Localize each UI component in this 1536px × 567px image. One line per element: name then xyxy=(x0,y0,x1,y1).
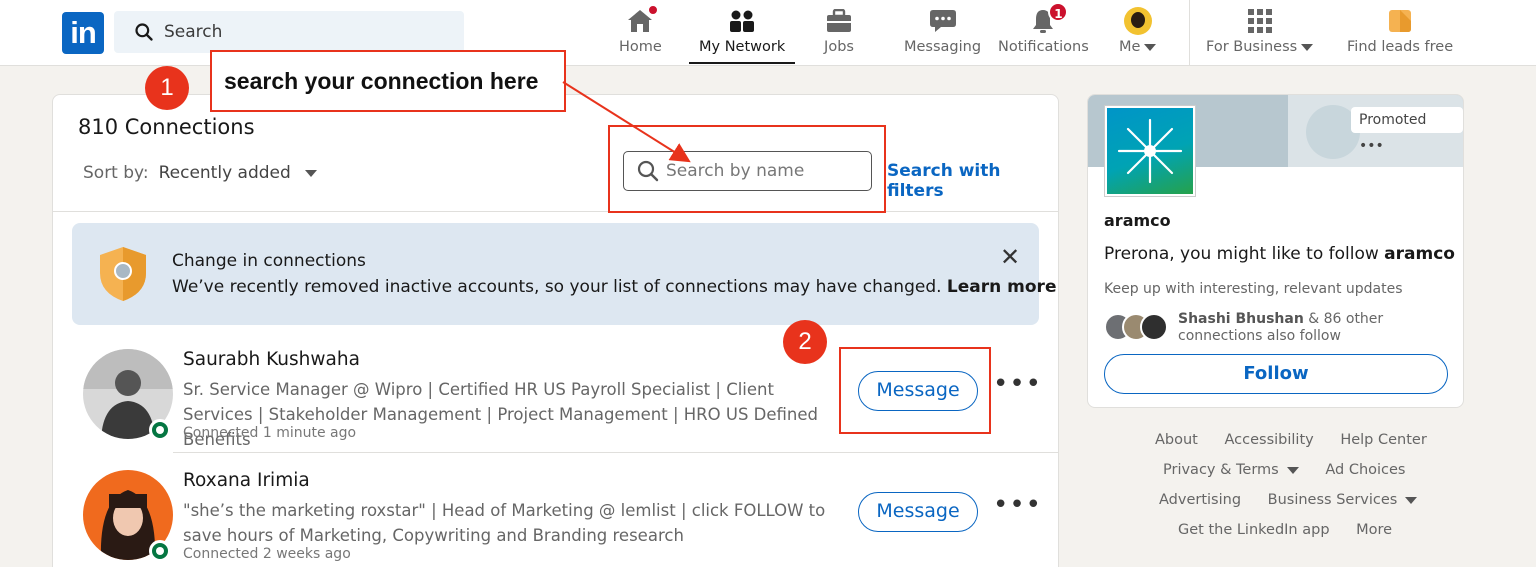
more-options-icon[interactable]: ••• xyxy=(993,490,1042,520)
my-network-icon xyxy=(727,6,757,36)
connections-card: 810 Connections Sort by: Recently added … xyxy=(52,94,1059,567)
home-notification-dot xyxy=(647,4,660,16)
annotation-callout: search your connection here xyxy=(210,50,566,112)
footer-link[interactable]: Advertising xyxy=(1159,492,1241,508)
chevron-down-icon xyxy=(1405,497,1418,504)
step-2-marker: 2 xyxy=(783,320,827,364)
divider xyxy=(173,452,1058,453)
ad-pitch: Prerona, you might like to follow aramco xyxy=(1104,244,1455,264)
global-search-placeholder: Search xyxy=(164,22,223,42)
mutual-follower-avatars xyxy=(1104,313,1168,343)
search-icon xyxy=(135,23,153,41)
notice-body: We’ve recently removed inactive accounts… xyxy=(172,277,1056,297)
ad-subtext: Keep up with interesting, relevant updat… xyxy=(1104,281,1403,297)
footer-link[interactable]: Help Center xyxy=(1340,432,1426,448)
footer-link[interactable]: Get the LinkedIn app xyxy=(1178,522,1330,538)
chevron-down-icon xyxy=(1144,43,1157,51)
nav-messaging[interactable]: Messaging xyxy=(904,6,981,64)
online-status-indicator xyxy=(149,419,171,441)
footer-link[interactable]: Privacy & Terms xyxy=(1163,462,1279,478)
follower-name: Shashi Bhushan xyxy=(1178,311,1304,327)
global-search-bar[interactable]: Search xyxy=(114,11,464,53)
nav-for-business-label: For Business xyxy=(1206,39,1298,55)
connections-count-title: 810 Connections xyxy=(78,115,255,139)
nav-jobs[interactable]: Jobs xyxy=(824,6,854,64)
nav-my-network[interactable]: My Network xyxy=(688,6,796,64)
more-options-icon[interactable]: ••• xyxy=(993,369,1042,399)
messaging-icon xyxy=(928,6,958,36)
sort-chevron-down-icon xyxy=(304,169,317,177)
avatar xyxy=(1140,313,1168,341)
change-in-connections-notice: Change in connections We’ve recently rem… xyxy=(72,223,1056,325)
connection-time: Connected 2 weeks ago xyxy=(183,546,351,562)
highlight-box-search xyxy=(608,125,886,213)
nav-my-network-label: My Network xyxy=(699,39,786,55)
nav-home-label: Home xyxy=(619,39,662,55)
nav-notifications[interactable]: 1 Notifications xyxy=(998,2,1089,64)
follower-line2: connections also follow xyxy=(1178,328,1341,344)
divider xyxy=(53,211,1058,212)
nav-divider xyxy=(1189,0,1190,66)
chevron-down-icon xyxy=(1286,467,1299,474)
connection-row: Roxana Irimia "she’s the marketing roxst… xyxy=(53,462,1058,567)
aramco-logo[interactable] xyxy=(1104,105,1196,197)
nav-for-business[interactable]: For Business xyxy=(1206,6,1314,64)
ad-pitch-company: aramco xyxy=(1384,244,1455,264)
footer-link[interactable]: About xyxy=(1155,432,1198,448)
ad-pitch-prefix: Prerona, you might like to follow xyxy=(1104,244,1385,264)
connection-headline: "she’s the marketing roxstar" | Head of … xyxy=(183,501,826,545)
grid-apps-icon xyxy=(1245,6,1275,36)
follower-rest: & 86 other xyxy=(1303,311,1384,327)
me-avatar xyxy=(1123,7,1152,35)
promoted-follow-card: Promoted ••• aramco Prerona, you might l… xyxy=(1087,94,1464,408)
nav-jobs-label: Jobs xyxy=(824,39,854,55)
notice-body-text: We’ve recently removed inactive accounts… xyxy=(172,277,942,297)
bell-icon: 1 xyxy=(1028,2,1069,36)
footer-link[interactable]: Ad Choices xyxy=(1325,462,1405,478)
connection-name[interactable]: Saurabh Kushwaha xyxy=(183,349,360,370)
footer-link[interactable]: Business Services xyxy=(1268,492,1398,508)
highlight-box-message xyxy=(839,347,991,434)
sales-navigator-icon xyxy=(1385,6,1415,36)
sort-control[interactable]: Sort by: Recently added xyxy=(83,163,317,183)
notifications-count-badge: 1 xyxy=(1048,2,1069,22)
online-status-indicator xyxy=(149,540,171,562)
connection-time: Connected 1 minute ago xyxy=(183,425,357,441)
more-options-icon[interactable]: ••• xyxy=(1359,138,1384,154)
linkedin-logo[interactable]: in xyxy=(62,12,104,54)
footer-link[interactable]: More xyxy=(1356,522,1392,538)
close-icon[interactable]: ✕ xyxy=(1000,243,1020,271)
nav-me-label: Me xyxy=(1119,39,1141,55)
message-button[interactable]: Message xyxy=(858,492,978,532)
nav-notifications-label: Notifications xyxy=(998,39,1089,55)
promoted-text: Promoted xyxy=(1359,112,1427,128)
nav-find-leads-label: Find leads free xyxy=(1347,39,1454,55)
mutual-followers-text: Shashi Bhushan & 86 other connections al… xyxy=(1178,311,1383,345)
learn-more-link[interactable]: Learn more xyxy=(947,277,1057,297)
nav-home[interactable]: Home xyxy=(619,4,662,64)
chevron-down-icon xyxy=(1301,43,1314,51)
ad-company-name[interactable]: aramco xyxy=(1104,211,1171,230)
nav-me[interactable]: Me xyxy=(1119,6,1157,64)
home-icon xyxy=(625,4,660,36)
search-with-filters-link[interactable]: Search with filters xyxy=(887,161,1058,201)
shield-icon xyxy=(100,247,146,301)
promoted-label: Promoted ••• xyxy=(1351,107,1463,154)
follow-button[interactable]: Follow xyxy=(1104,354,1448,394)
footer-link[interactable]: Accessibility xyxy=(1224,432,1313,448)
briefcase-icon xyxy=(824,6,854,36)
sort-value: Recently added xyxy=(158,163,291,183)
connection-name[interactable]: Roxana Irimia xyxy=(183,470,310,491)
nav-find-leads[interactable]: Find leads free xyxy=(1347,6,1453,64)
sort-label: Sort by: xyxy=(83,163,149,183)
step-1-marker: 1 xyxy=(145,66,189,110)
nav-messaging-label: Messaging xyxy=(904,39,982,55)
notice-title: Change in connections xyxy=(172,251,366,271)
